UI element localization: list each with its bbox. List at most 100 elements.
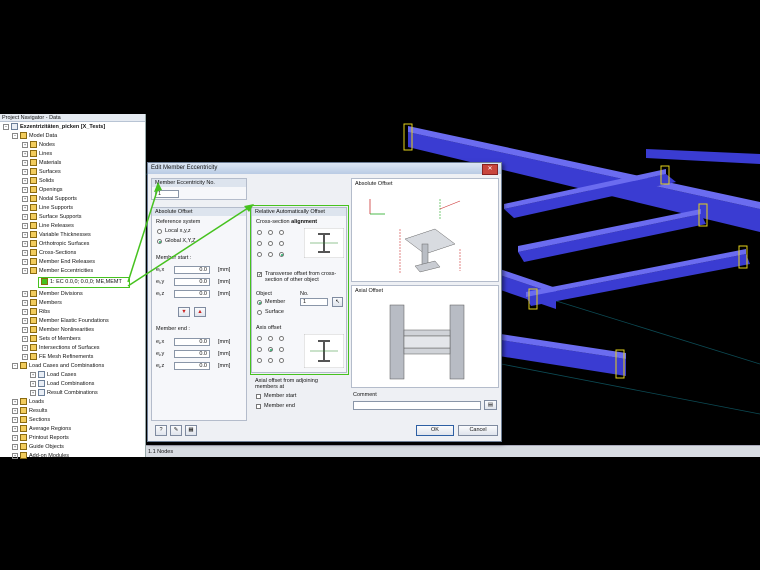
- folder-icon: [30, 231, 37, 239]
- tree-item[interactable]: + Solids: [22, 177, 54, 186]
- edit-button[interactable]: ✎: [170, 425, 182, 436]
- expand-icon[interactable]: +: [22, 317, 28, 324]
- expand-icon[interactable]: +: [22, 168, 28, 175]
- expand-icon[interactable]: +: [22, 186, 28, 193]
- tree-item[interactable]: + Results: [12, 407, 47, 416]
- pick-up-button[interactable]: ▲: [194, 307, 206, 317]
- comment-library-button[interactable]: ▤: [484, 400, 497, 410]
- tree-item[interactable]: + Intersections of Surfaces: [22, 344, 100, 353]
- expand-icon[interactable]: +: [22, 344, 28, 351]
- pick-down-button[interactable]: ▼: [178, 307, 190, 317]
- expand-icon[interactable]: +: [22, 213, 28, 220]
- global-radio[interactable]: [157, 239, 162, 244]
- tree-item[interactable]: + Nodal Supports: [22, 195, 77, 204]
- tree-item[interactable]: + Loads: [12, 398, 44, 407]
- expand-icon[interactable]: +: [12, 398, 18, 405]
- pick-model-button[interactable]: ▦: [185, 425, 197, 436]
- expand-icon[interactable]: +: [22, 222, 28, 229]
- expand-icon[interactable]: +: [12, 416, 18, 423]
- tree-item[interactable]: + Line Releases: [22, 222, 74, 231]
- tree-item[interactable]: + FE Mesh Refinements: [22, 353, 93, 362]
- member-start-checkbox[interactable]: [256, 394, 261, 399]
- start-y-input[interactable]: 0.0: [174, 278, 210, 286]
- expand-icon[interactable]: +: [22, 290, 28, 297]
- tree-item[interactable]: + Result Combinations: [30, 389, 98, 398]
- member-end-checkbox[interactable]: [256, 404, 261, 409]
- expand-icon[interactable]: +: [12, 425, 18, 432]
- tree-item-label: Member Elastic Foundations: [39, 318, 109, 324]
- tree-load-cases-group[interactable]: − Load Cases and Combinations: [12, 362, 104, 371]
- expand-icon[interactable]: +: [12, 443, 18, 450]
- edit-member-eccentricity-dialog[interactable]: Edit Member Eccentricity ✕ Member Eccent…: [147, 162, 502, 442]
- ecc-no-input[interactable]: 1: [155, 190, 179, 198]
- folder-icon: [30, 213, 37, 221]
- tree-item[interactable]: + Nodes: [22, 141, 55, 150]
- tree-item[interactable]: + Line Supports: [22, 204, 73, 213]
- expand-icon[interactable]: +: [12, 452, 18, 459]
- start-x-input[interactable]: 0.0: [174, 266, 210, 274]
- tree-item[interactable]: + Sections: [12, 416, 50, 425]
- tree-item[interactable]: + Member Elastic Foundations: [22, 317, 109, 326]
- expand-icon[interactable]: +: [22, 150, 28, 157]
- tree-item[interactable]: + Member Divisions: [22, 290, 83, 299]
- local-radio[interactable]: [157, 229, 162, 234]
- expand-icon[interactable]: +: [22, 249, 28, 256]
- tree-item[interactable]: + Ribs: [22, 308, 50, 317]
- expand-icon[interactable]: +: [22, 335, 28, 342]
- tree-item[interactable]: + Materials: [22, 159, 61, 168]
- tree-item[interactable]: + Member Nonlinearities: [22, 326, 94, 335]
- help-button[interactable]: ?: [155, 425, 167, 436]
- tree-item[interactable]: + Members: [22, 299, 62, 308]
- tree-item[interactable]: + Surface Supports: [22, 213, 82, 222]
- end-y-input[interactable]: 0.0: [174, 350, 210, 358]
- start-z-input[interactable]: 0.0: [174, 290, 210, 298]
- close-button[interactable]: ✕: [482, 164, 498, 175]
- expand-icon[interactable]: +: [30, 389, 36, 396]
- folder-icon: [20, 425, 27, 433]
- comment-input[interactable]: [353, 401, 481, 410]
- tree-item[interactable]: + Average Regions: [12, 425, 71, 434]
- tree-item[interactable]: + Variable Thicknesses: [22, 231, 91, 240]
- expand-icon[interactable]: +: [30, 380, 36, 387]
- tree-item[interactable]: + Printout Reports: [12, 434, 69, 443]
- tree-item[interactable]: + Lines: [22, 150, 52, 159]
- global-label: Global X,Y,Z: [165, 238, 196, 244]
- tree-item[interactable]: + Member End Releases: [22, 258, 95, 267]
- expand-icon[interactable]: +: [22, 326, 28, 333]
- expand-icon[interactable]: +: [22, 299, 28, 306]
- tree-item[interactable]: + Member Eccentricities: [22, 267, 93, 276]
- tree-item-label: Average Regions: [29, 426, 72, 432]
- expand-icon[interactable]: +: [30, 371, 36, 378]
- expand-icon[interactable]: +: [22, 204, 28, 211]
- tree-item[interactable]: + Add-on Modules: [12, 452, 69, 461]
- end-x-input[interactable]: 0.0: [174, 338, 210, 346]
- expand-icon[interactable]: +: [22, 231, 28, 238]
- tree-item[interactable]: + Surfaces: [22, 168, 61, 177]
- tree-model-data[interactable]: − Model Data: [12, 132, 57, 141]
- expand-icon[interactable]: +: [22, 258, 28, 265]
- expand-icon[interactable]: +: [22, 159, 28, 166]
- end-z-input[interactable]: 0.0: [174, 362, 210, 370]
- expand-icon[interactable]: +: [22, 308, 28, 315]
- expand-icon[interactable]: +: [22, 195, 28, 202]
- tree-project[interactable]: − Exzentrizitäten_picken [X_Tests]: [3, 123, 105, 132]
- tree-item[interactable]: + Guide Objects: [12, 443, 64, 452]
- project-navigator[interactable]: Project Navigator - Data − Exzentrizitäte…: [0, 114, 146, 460]
- tree-item[interactable]: + Load Cases: [30, 371, 76, 380]
- tree-selected-eccentricity[interactable]: 1: EC 0.0,0; 0.0,0; ME,MEMT: [38, 277, 130, 288]
- cancel-button[interactable]: Cancel: [458, 425, 498, 436]
- tree-item[interactable]: + Orthotropic Surfaces: [22, 240, 89, 249]
- tree-item-label: Load Combinations: [47, 381, 95, 387]
- tree-item[interactable]: + Load Combinations: [30, 380, 94, 389]
- expand-icon[interactable]: +: [12, 434, 18, 441]
- expand-icon[interactable]: +: [22, 177, 28, 184]
- expand-icon[interactable]: +: [22, 141, 28, 148]
- expand-icon[interactable]: +: [22, 240, 28, 247]
- tree-item[interactable]: + Sets of Members: [22, 335, 81, 344]
- expand-icon[interactable]: +: [22, 267, 28, 274]
- expand-icon[interactable]: +: [12, 407, 18, 414]
- tree-item[interactable]: + Cross-Sections: [22, 249, 76, 258]
- ok-button[interactable]: OK: [416, 425, 454, 436]
- tree-item[interactable]: + Openings: [22, 186, 63, 195]
- expand-icon[interactable]: +: [22, 353, 28, 360]
